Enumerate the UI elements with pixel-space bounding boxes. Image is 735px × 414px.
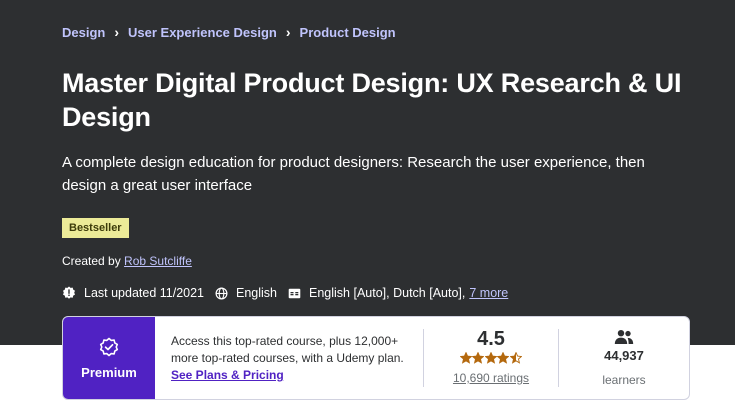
course-rating: 4.5 10,690 ratings: [424, 317, 558, 399]
see-plans-pricing-link[interactable]: See Plans & Pricing: [171, 368, 284, 382]
course-subtitle: A complete design education for product …: [62, 154, 645, 194]
instructor-link[interactable]: Rob Sutcliffe: [124, 254, 192, 268]
ratings-count-link[interactable]: 10,690 ratings: [453, 371, 529, 385]
star-rating: [459, 352, 523, 364]
captions: English [Auto], Dutch [Auto], 7 more: [288, 286, 508, 300]
star-icon: [509, 352, 522, 364]
course-meta: Last updated 11/2021 English English [Au…: [62, 284, 519, 302]
breadcrumb-item-product-design[interactable]: Product Design: [300, 25, 396, 40]
star-icon: [472, 352, 485, 364]
last-updated: Last updated 11/2021: [62, 286, 204, 300]
breadcrumb-item-design[interactable]: Design: [62, 25, 105, 40]
course-learners: 44,937 learners: [559, 317, 689, 399]
star-icon: [459, 352, 472, 364]
language-text: English: [236, 286, 278, 300]
closed-captions-icon: [288, 288, 301, 298]
globe-icon: [215, 287, 228, 299]
plan-access-text: Access this top-rated course, plus 12,00…: [155, 317, 423, 399]
premium-label: Premium: [81, 364, 137, 380]
premium-card: Premium Access this top-rated course, pl…: [62, 316, 690, 400]
created-by-label: Created by: [62, 254, 121, 268]
bestseller-badge: Bestseller: [62, 218, 129, 238]
created-by: Created by Rob Sutcliffe: [62, 253, 192, 269]
premium-badge-icon: [99, 337, 119, 356]
breadcrumb: Design › User Experience Design › Produc…: [62, 23, 396, 41]
chevron-right-icon: ›: [114, 24, 120, 40]
last-updated-text: Last updated 11/2021: [84, 286, 205, 300]
learners-count: 44,937: [604, 348, 644, 363]
language: English: [215, 286, 277, 300]
course-title: Master Digital Product Design: UX Resear…: [62, 68, 682, 132]
access-description: Access this top-rated course, plus 12,00…: [171, 334, 404, 365]
chevron-right-icon: ›: [285, 24, 291, 40]
captions-text: English [Auto], Dutch [Auto],: [309, 286, 466, 300]
alert-badge-icon: [63, 286, 75, 299]
rating-value: 4.5: [477, 328, 505, 350]
users-icon: [614, 330, 634, 344]
premium-panel: Premium: [63, 317, 155, 399]
course-hero: Design › User Experience Design › Produc…: [0, 0, 735, 345]
star-icon: [497, 352, 510, 364]
more-languages-link[interactable]: 7 more: [469, 286, 508, 300]
breadcrumb-item-user-experience-design[interactable]: User Experience Design: [128, 25, 277, 40]
learners-label: learners: [602, 373, 646, 387]
star-icon: [484, 352, 497, 364]
